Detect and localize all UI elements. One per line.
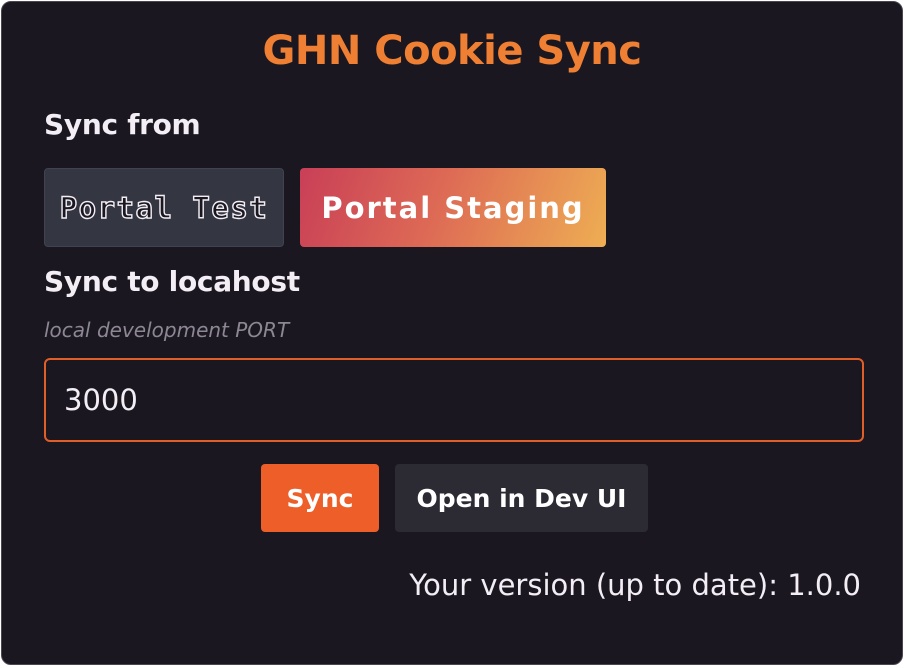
port-hint: local development PORT: [44, 318, 290, 342]
portal-staging-button[interactable]: Portal Staging: [300, 168, 606, 247]
port-input[interactable]: [44, 358, 864, 442]
sync-to-label: Sync to locahost: [44, 265, 300, 298]
version-text: Your version (up to date): 1.0.0: [409, 568, 861, 602]
portal-test-button[interactable]: Portal Test: [44, 168, 284, 247]
app-title: GHN Cookie Sync: [262, 28, 642, 74]
popup-window: GHN Cookie Sync Sync from Portal Test Po…: [1, 1, 903, 665]
open-dev-ui-button[interactable]: Open in Dev UI: [395, 464, 648, 532]
sync-from-label: Sync from: [44, 108, 201, 141]
sync-button[interactable]: Sync: [261, 464, 379, 532]
